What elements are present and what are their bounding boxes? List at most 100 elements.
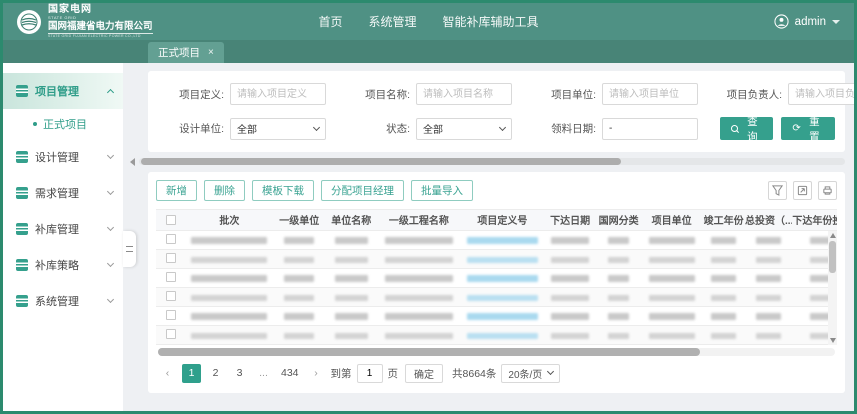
row-checkbox[interactable] (166, 253, 176, 263)
search-button[interactable]: 查询 (720, 117, 773, 140)
filter-row-1: 项目定义: 项目名称: 项目单位: 项目负责人: (162, 83, 835, 105)
filter-columns-button[interactable] (768, 181, 787, 200)
table-horizontal-scrollbar[interactable] (158, 348, 835, 356)
batch-import-button[interactable]: 批量导入 (411, 180, 473, 201)
scroll-up-icon[interactable] (830, 233, 836, 238)
company-name: 国网福建省电力有限公司 (48, 22, 153, 34)
filter-project-unit: 项目单位: (534, 83, 698, 105)
company-name-en: STATE GRID FUJIAN ELECTRIC POWER CO.,LTD (48, 35, 153, 39)
jump-confirm-button[interactable]: 确定 (405, 364, 443, 383)
jump-page-input[interactable] (357, 364, 383, 383)
project-definition-link[interactable] (461, 268, 545, 287)
sidebar-item-replenish-management[interactable]: 补库管理 (3, 211, 123, 247)
page-3-button[interactable]: 3 (230, 364, 249, 383)
template-download-button[interactable]: 模板下载 (252, 180, 314, 201)
table-header-row: 批次 一级单位 单位名称 一级工程名称 项目定义号 下达日期 国网分类 项目单位… (156, 210, 837, 230)
sidebar-item-replenish-strategy[interactable]: 补库策略 (3, 247, 123, 283)
main-content: 项目定义: 项目名称: 项目单位: 项目负责人: (123, 63, 854, 411)
table-row (156, 325, 837, 344)
row-checkbox[interactable] (166, 329, 176, 339)
col-issue-date: 下达日期 (544, 210, 596, 230)
project-definition-link[interactable] (461, 287, 545, 306)
top-nav: 首页 系统管理 智能补库辅助工具 (318, 13, 538, 30)
sidebar-item-project-management[interactable]: 项目管理 (3, 73, 123, 109)
nav-system-management[interactable]: 系统管理 (368, 13, 416, 30)
tab-label: 正式项目 (158, 45, 200, 60)
design-unit-select[interactable]: 全部 (230, 118, 326, 140)
tab-close-icon[interactable]: × (208, 47, 214, 58)
logo-block: 国家电网 STATE GRID 国网福建省电力有限公司 STATE GRID F… (17, 5, 153, 38)
scroll-left-icon[interactable] (130, 158, 135, 166)
assign-pm-button[interactable]: 分配项目经理 (321, 180, 404, 201)
reset-button[interactable]: ⟳ 重置 (781, 117, 835, 140)
project-definition-link[interactable] (461, 306, 545, 325)
project-unit-input[interactable] (602, 83, 698, 105)
table-vertical-scrollbar[interactable] (828, 231, 837, 345)
chevron-down-icon (107, 296, 114, 303)
avatar-icon (774, 14, 789, 29)
collapse-icon (126, 246, 133, 252)
row-checkbox[interactable] (166, 272, 176, 282)
projects-table: 批次 一级单位 单位名称 一级工程名称 项目定义号 下达日期 国网分类 项目单位… (156, 210, 837, 345)
export-icon (797, 185, 808, 196)
project-definition-link[interactable] (461, 230, 545, 249)
page-2-button[interactable]: 2 (206, 364, 225, 383)
project-name-input[interactable] (416, 83, 512, 105)
row-checkbox[interactable] (166, 291, 176, 301)
prev-page-button[interactable]: ‹ (158, 364, 177, 383)
chevron-down-icon (107, 224, 114, 231)
sidebar-collapse-handle[interactable] (123, 231, 136, 267)
col-unit-name: 单位名称 (325, 210, 377, 230)
row-checkbox[interactable] (166, 310, 176, 320)
page-size-select[interactable]: 20条/页 (501, 364, 560, 383)
sidebar-item-design-management[interactable]: 设计管理 (3, 139, 123, 175)
total-count-label: 共8664条 (452, 366, 496, 381)
add-button[interactable]: 新增 (156, 180, 197, 201)
sidebar-item-demand-management[interactable]: 需求管理 (3, 175, 123, 211)
scroll-down-icon[interactable] (830, 338, 836, 343)
page-body: 项目管理 正式项目 设计管理 需求管理 补库管理 (3, 63, 854, 411)
vscroll-thumb[interactable] (829, 241, 836, 273)
print-button[interactable] (818, 181, 837, 200)
hscroll-thumb[interactable] (141, 158, 621, 165)
page-434-button[interactable]: 434 (278, 364, 302, 383)
row-checkbox[interactable] (166, 234, 176, 244)
table-hscroll-thumb[interactable] (158, 348, 700, 356)
sidebar-subitem-formal-project[interactable]: 正式项目 (3, 109, 123, 139)
col-total-investment: 总投资（... (745, 210, 792, 230)
table-panel: 新增 删除 模板下载 分配项目经理 批量导入 (148, 172, 845, 393)
nav-home[interactable]: 首页 (318, 13, 342, 30)
select-all-checkbox[interactable] (166, 215, 176, 225)
app-window: 国家电网 STATE GRID 国网福建省电力有限公司 STATE GRID F… (0, 0, 857, 414)
funnel-icon (772, 185, 783, 196)
material-date-input[interactable] (602, 118, 698, 140)
project-definition-input[interactable] (230, 83, 326, 105)
chevron-down-icon (107, 152, 114, 159)
project-definition-link[interactable] (461, 249, 545, 268)
brand-name-en: STATE GRID (48, 16, 153, 20)
col-project-definition-no: 项目定义号 (461, 210, 545, 230)
col-project-unit: 项目单位 (641, 210, 702, 230)
nav-replenish-tool[interactable]: 智能补库辅助工具 (443, 13, 539, 30)
filter-panel: 项目定义: 项目名称: 项目单位: 项目负责人: (148, 71, 845, 152)
hscroll-track[interactable] (139, 158, 845, 165)
jump-prefix-label: 到第 (331, 366, 352, 381)
project-definition-link[interactable] (461, 325, 545, 344)
chevron-down-icon (499, 123, 506, 130)
page-1-button[interactable]: 1 (182, 364, 201, 383)
strategy-icon (16, 259, 28, 271)
page-ellipsis: ... (254, 364, 273, 383)
status-select[interactable]: 全部 (416, 118, 512, 140)
next-page-button[interactable]: › (307, 364, 326, 383)
delete-button[interactable]: 删除 (204, 180, 245, 201)
content-horizontal-scrollbar (130, 157, 845, 166)
tab-formal-project[interactable]: 正式项目 × (148, 42, 224, 63)
sidebar-item-system-management[interactable]: 系统管理 (3, 283, 123, 319)
table-body (156, 230, 837, 344)
filter-material-date: 领料日期: (534, 118, 698, 140)
project-leader-input[interactable] (788, 83, 857, 105)
refresh-icon: ⟳ (792, 124, 800, 134)
export-button[interactable] (793, 181, 812, 200)
filter-design-unit: 设计单位: 全部 (162, 118, 326, 140)
user-menu[interactable]: admin (774, 14, 840, 29)
